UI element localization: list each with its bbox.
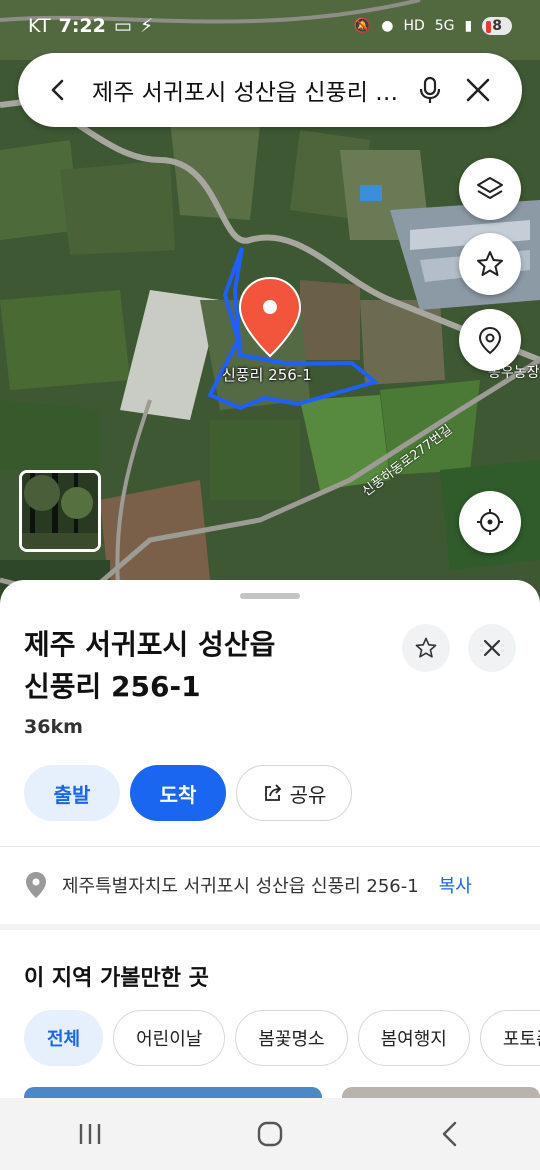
tree-photo xyxy=(22,473,98,549)
clear-search-button[interactable] xyxy=(454,66,502,114)
recent-apps-button[interactable] xyxy=(60,1104,120,1164)
saved-places-button[interactable] xyxy=(459,309,521,371)
street-view-thumbnail[interactable] xyxy=(19,470,101,552)
copy-address-button[interactable]: 복사 xyxy=(439,872,472,898)
action-buttons: 출발 도착 공유 xyxy=(24,765,352,821)
layers-button[interactable] xyxy=(459,158,521,220)
voice-search-button[interactable] xyxy=(406,66,454,114)
chip-spring-flowers[interactable]: 봄꽃명소 xyxy=(235,1010,348,1066)
category-chips: 전체 어린이날 봄꽃명소 봄여행지 포토존 xyxy=(24,1010,540,1066)
star-icon xyxy=(477,251,503,276)
location-icon: ● xyxy=(381,18,394,34)
back-button[interactable] xyxy=(38,70,78,110)
back-arrow-icon xyxy=(442,1121,457,1147)
close-sheet-button[interactable] xyxy=(468,624,516,672)
crosshair-icon xyxy=(477,509,503,535)
favorites-button[interactable] xyxy=(459,233,521,295)
address-row: 제주특별자치도 서귀포시 성산읍 신풍리 256-1 복사 xyxy=(24,871,472,899)
chip-photo-zone[interactable]: 포토존 xyxy=(479,1010,540,1066)
share-label: 공유 xyxy=(289,782,327,807)
favorite-place-button[interactable] xyxy=(402,624,450,672)
mute-icon: 🔕 xyxy=(353,18,372,34)
share-button[interactable]: 공유 xyxy=(236,765,352,821)
pin-label: 신풍리 256-1 xyxy=(222,366,312,384)
address-text: 제주특별자치도 서귀포시 성산읍 신풍리 256-1 xyxy=(62,876,419,897)
place-title: 제주 서귀포시 성산읍 신풍리 256-1 xyxy=(24,624,384,708)
back-nav-button[interactable] xyxy=(420,1104,480,1164)
chip-all[interactable]: 전체 xyxy=(24,1010,104,1066)
place-detail-sheet[interactable]: 제주 서귀포시 성산읍 신풍리 256-1 36km 출발 도착 공유 제주특별… xyxy=(0,580,540,1100)
layers-icon xyxy=(477,177,503,199)
status-bar: KT 7:22 ▭ ⚡ 🔕 ● HD 5G ▮ 8 xyxy=(0,0,540,52)
search-query[interactable]: 제주 서귀포시 성산읍 신풍리 256-1 xyxy=(78,73,406,107)
sheet-drag-handle[interactable] xyxy=(240,593,300,599)
map-marker-icon xyxy=(26,872,46,898)
close-icon xyxy=(483,639,501,657)
my-location-button[interactable] xyxy=(459,491,521,553)
hd-icon: HD xyxy=(403,18,425,34)
search-bar[interactable]: 제주 서귀포시 성산읍 신풍리 256-1 xyxy=(18,53,522,127)
star-outline-icon xyxy=(415,637,437,658)
chip-childrens-day[interactable]: 어린이날 xyxy=(113,1010,226,1066)
5g-icon: 5G xyxy=(434,18,455,34)
recent-apps-icon xyxy=(79,1124,101,1144)
chevron-left-icon xyxy=(51,79,64,101)
divider xyxy=(0,846,540,847)
share-icon xyxy=(264,784,281,801)
carrier-label: KT xyxy=(28,15,51,37)
start-button[interactable]: 출발 xyxy=(24,765,120,821)
flash-icon: ⚡ xyxy=(139,15,154,37)
place-title-line2: 신풍리 256-1 xyxy=(24,670,201,703)
nearby-section-title: 이 지역 가볼만한 곳 xyxy=(24,966,209,991)
battery-icon: 8 xyxy=(482,17,512,35)
place-title-line1: 제주 서귀포시 성산읍 xyxy=(24,628,276,661)
home-icon xyxy=(257,1121,283,1147)
signal-icon: ▮ xyxy=(464,18,473,34)
destination-button[interactable]: 도착 xyxy=(130,765,226,821)
section-divider xyxy=(0,924,540,930)
map-marker-icon xyxy=(478,326,502,355)
chip-spring-travel[interactable]: 봄여행지 xyxy=(357,1010,470,1066)
close-icon xyxy=(466,78,490,102)
system-nav-bar xyxy=(0,1098,540,1170)
microphone-icon xyxy=(419,76,441,103)
voicemail-icon: ▭ xyxy=(113,15,132,37)
location-pin-icon[interactable] xyxy=(238,276,302,358)
distance-label: 36km xyxy=(24,716,83,738)
home-button[interactable] xyxy=(240,1104,300,1164)
clock: 7:22 xyxy=(58,15,106,37)
